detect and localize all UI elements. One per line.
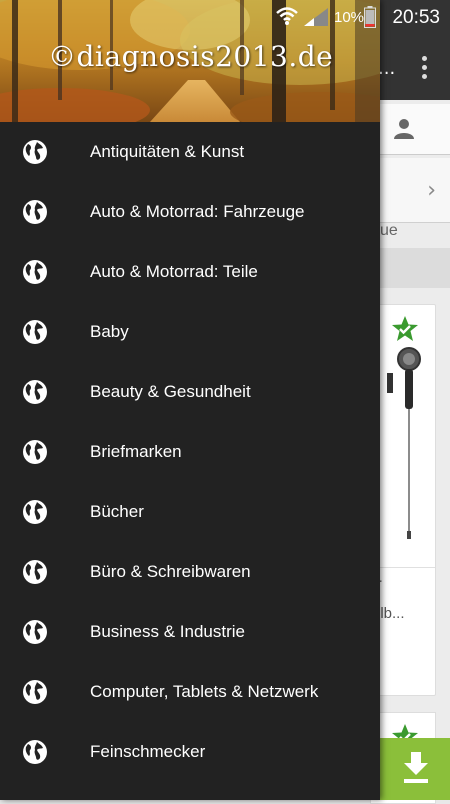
navigation-drawer: ©diagnosis2013.de Antiquitäten & Kunst A… (0, 0, 380, 800)
menu-item-baby[interactable]: Baby (0, 302, 380, 362)
menu-item-label: Feinschmecker (90, 742, 206, 761)
menu-item-briefmarken[interactable]: Briefmarken (0, 422, 380, 482)
menu-item-computer[interactable]: Computer, Tablets & Netzwerk (0, 662, 380, 722)
menu-item-buecher[interactable]: Bücher (0, 482, 380, 542)
menu-item-beauty[interactable]: Beauty & Gesundheit (0, 362, 380, 422)
globe-icon (23, 200, 47, 224)
globe-icon (23, 140, 47, 164)
partial-label: ue (380, 222, 398, 239)
globe-icon (23, 320, 47, 344)
person-icon (394, 119, 414, 139)
battery-percent: 10% (334, 9, 365, 26)
menu-item-label: Briefmarken (90, 442, 182, 461)
menu-item-partial[interactable] (0, 782, 380, 800)
menu-item-label: Computer, Tablets & Netzwerk (90, 682, 319, 701)
menu-item-business[interactable]: Business & Industrie (0, 602, 380, 662)
wifi-icon (276, 7, 298, 25)
menu-item-label: Beauty & Gesundheit (90, 382, 251, 401)
overflow-menu-icon[interactable] (422, 56, 428, 83)
download-icon (404, 752, 428, 783)
globe-icon (23, 560, 47, 584)
menu-item-auto-teile[interactable]: Auto & Motorrad: Teile (0, 242, 380, 302)
globe-icon (23, 260, 47, 284)
battery-icon (364, 6, 376, 28)
globe-icon (23, 440, 47, 464)
menu-item-label: Business & Industrie (90, 622, 245, 641)
product-image (387, 347, 421, 539)
menu-item-auto-fahrzeuge[interactable]: Auto & Motorrad: Fahrzeuge (0, 182, 380, 242)
menu-item-label: Büro & Schreibwaren (90, 562, 251, 581)
toolbar-title-ellipsis: ... (378, 58, 396, 79)
menu-item-antiquitaeten[interactable]: Antiquitäten & Kunst (0, 122, 380, 182)
signal-icon (304, 8, 328, 26)
section-band (380, 248, 450, 288)
header-watermark: ©diagnosis2013.de (48, 40, 334, 73)
download-button[interactable] (380, 738, 450, 800)
globe-icon (23, 620, 47, 644)
globe-icon (23, 380, 47, 404)
badge-star-icon (392, 316, 418, 341)
product-subtitle-fragment: llb... (377, 605, 405, 622)
menu-item-label: Antiquitäten & Kunst (90, 142, 245, 161)
globe-icon (23, 500, 47, 524)
category-row[interactable]: › (380, 158, 450, 223)
menu-item-label: Baby (90, 322, 129, 341)
chevron-right-icon: › (427, 178, 436, 203)
globe-icon (23, 680, 47, 704)
menu-item-label: Bücher (90, 502, 144, 521)
menu-item-label: Auto & Motorrad: Teile (90, 262, 258, 281)
menu-item-buero[interactable]: Büro & Schreibwaren (0, 542, 380, 602)
clock: 20:53 (392, 7, 440, 28)
menu-item-label: Auto & Motorrad: Fahrzeuge (90, 202, 305, 221)
menu-item-feinschmecker[interactable]: Feinschmecker (0, 722, 380, 782)
category-menu: Antiquitäten & Kunst Auto & Motorrad: Fa… (0, 122, 380, 800)
status-bar: 10% 20:53 (0, 0, 450, 34)
account-tab[interactable] (380, 104, 450, 155)
globe-icon (23, 740, 47, 764)
